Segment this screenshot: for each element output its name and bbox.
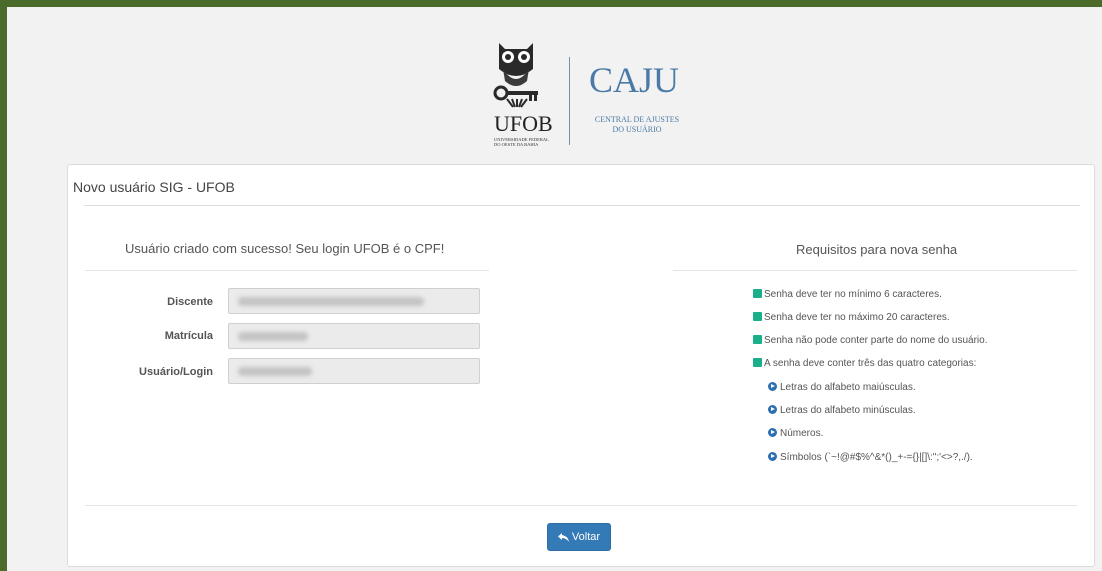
app-subtitle-line2: DO USUÁRIO xyxy=(612,125,662,134)
panel-heading: Novo usuário SIG - UFOB xyxy=(68,165,1094,205)
discente-value-redacted xyxy=(238,297,424,306)
circle-arrow-right-icon xyxy=(768,428,777,437)
category-item: Números. xyxy=(768,428,823,439)
requirement-text: Senha não pode conter parte do nome do u… xyxy=(764,335,988,346)
page-frame: UFOB Universidade Federal do Oeste da Ba… xyxy=(0,0,1102,571)
category-text: Números. xyxy=(780,428,824,439)
app-subtitle: CENTRAL DE AJUSTES DO USUÁRIO xyxy=(587,115,687,135)
requirements-title: Requisitos para nova senha xyxy=(796,242,958,257)
category-item: Letras do alfabeto minúsculas. xyxy=(768,405,916,416)
category-item: Letras do alfabeto maiúsculas. xyxy=(768,382,916,393)
requirements-divider xyxy=(673,270,1077,271)
back-button-label: Voltar xyxy=(571,531,601,543)
requirement-item: Senha não pode conter parte do nome do u… xyxy=(753,335,988,346)
panel-title: Novo usuário SIG - UFOB xyxy=(73,179,235,195)
requirement-item: A senha deve conter três das quatro cate… xyxy=(753,358,976,369)
discente-field[interactable] xyxy=(228,288,480,314)
requirement-item: Senha deve ter no máximo 20 caracteres. xyxy=(753,312,950,323)
check-square-icon xyxy=(753,312,762,321)
matricula-field[interactable] xyxy=(228,323,480,349)
circle-arrow-right-icon xyxy=(768,405,777,414)
login-value-redacted xyxy=(238,367,312,376)
circle-arrow-right-icon xyxy=(768,452,777,461)
reply-icon xyxy=(557,532,569,542)
ufob-owl-logo xyxy=(493,43,538,108)
requirement-text: Senha deve ter no mínimo 6 caracteres. xyxy=(764,289,942,300)
panel-divider xyxy=(84,205,1080,206)
requirement-text: Senha deve ter no máximo 20 caracteres. xyxy=(764,312,950,323)
check-square-icon xyxy=(753,358,762,367)
ufob-subtitle: Universidade Federal do Oeste da Bahia xyxy=(494,137,549,147)
logo-divider xyxy=(569,57,570,145)
success-message: Usuário criado com sucesso! Seu login UF… xyxy=(125,241,445,256)
matricula-label: Matrícula xyxy=(164,330,213,342)
category-text: Letras do alfabeto minúsculas. xyxy=(780,405,916,416)
requirement-text: A senha deve conter três das quatro cate… xyxy=(764,358,977,369)
matricula-value-redacted xyxy=(238,332,308,341)
check-square-icon xyxy=(753,289,762,298)
app-subtitle-line1: CENTRAL DE AJUSTES xyxy=(594,115,680,124)
circle-arrow-right-icon xyxy=(768,382,777,391)
header-logo: UFOB Universidade Federal do Oeste da Ba… xyxy=(479,37,709,149)
back-button[interactable]: Voltar xyxy=(547,523,611,551)
discente-label: Discente xyxy=(167,296,213,308)
login-field[interactable] xyxy=(228,358,480,384)
footer-divider xyxy=(85,505,1077,506)
category-text: Letras do alfabeto maiúsculas. xyxy=(780,382,916,393)
ufob-wordmark: UFOB xyxy=(494,111,553,136)
login-label: Usuário/Login xyxy=(139,366,213,378)
category-text: Símbolos (`~!@#$%^&*()_+-={}|[]\:";'<>?,… xyxy=(780,452,973,463)
check-square-icon xyxy=(753,335,762,344)
category-item: Símbolos (`~!@#$%^&*()_+-={}|[]\:";'<>?,… xyxy=(768,452,973,463)
app-title: CAJU xyxy=(589,60,680,100)
success-divider xyxy=(85,270,489,271)
requirement-item: Senha deve ter no mínimo 6 caracteres. xyxy=(753,289,942,300)
